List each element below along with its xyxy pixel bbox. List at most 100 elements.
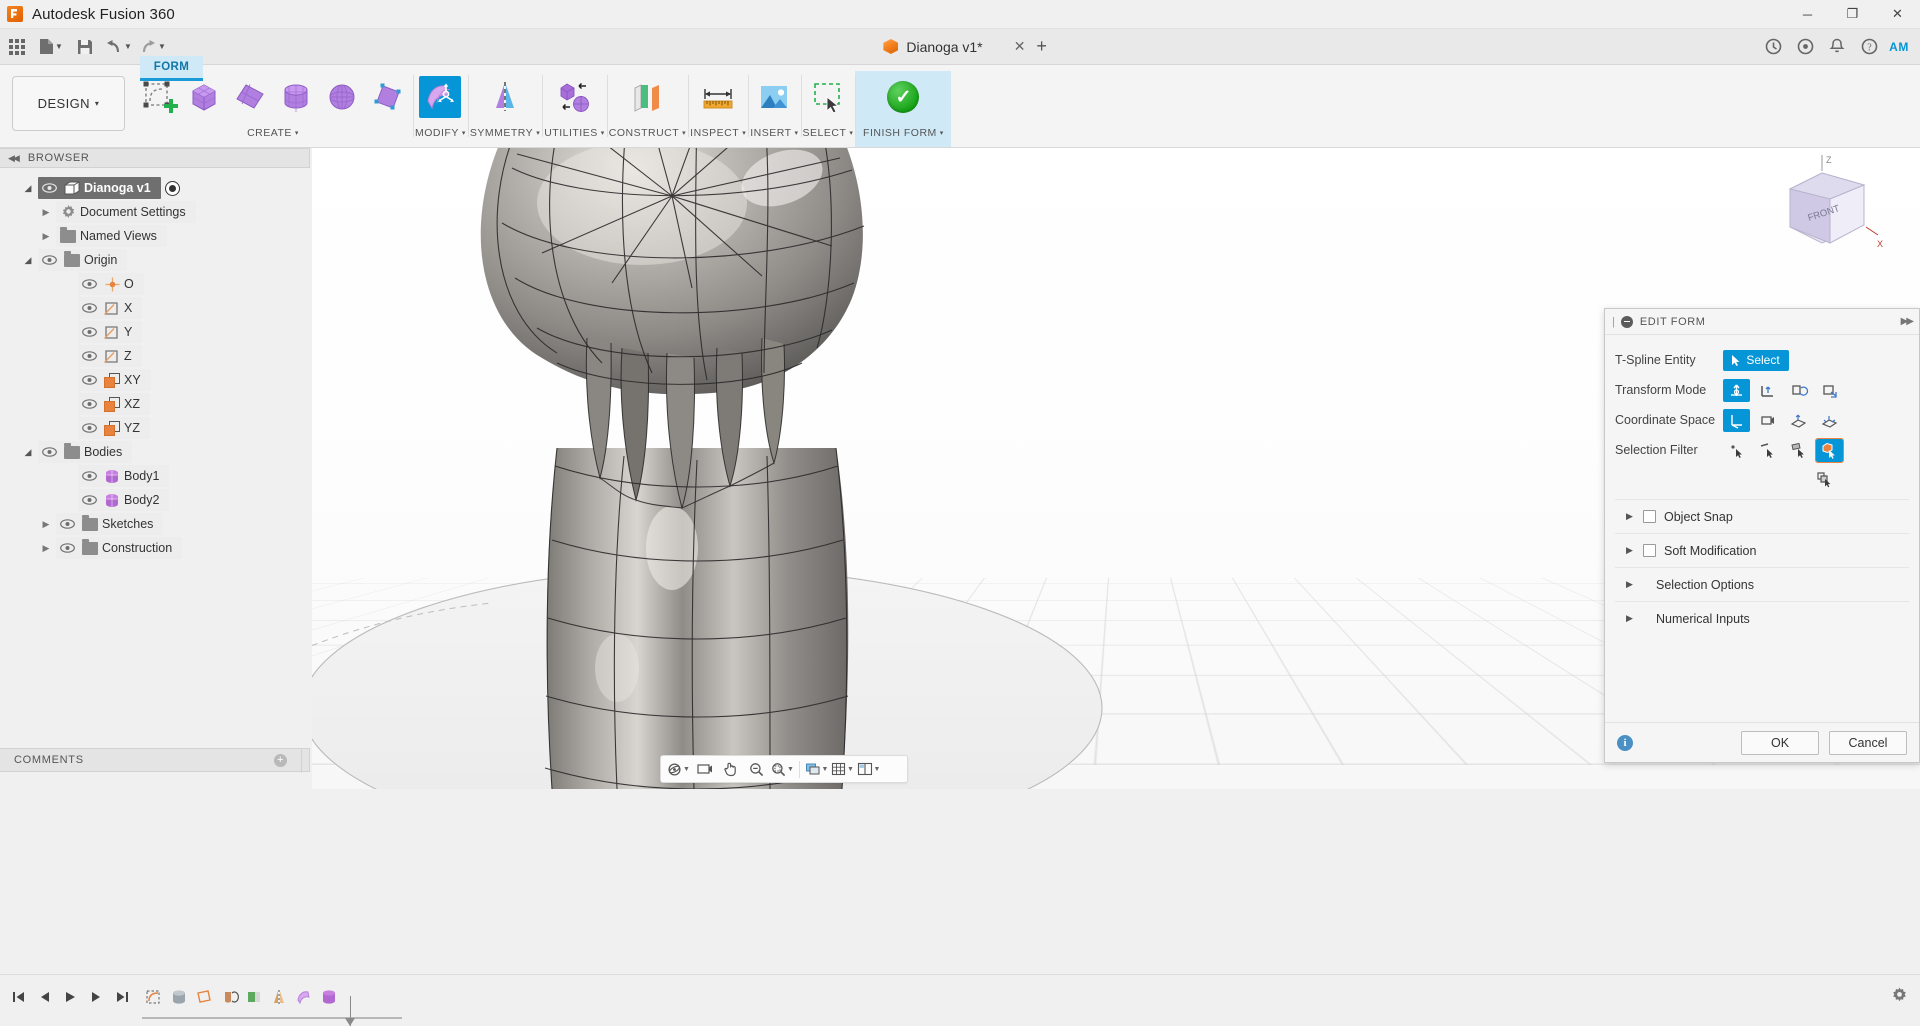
expand-arrow-icon[interactable]: ◢ — [18, 447, 38, 458]
timeline-feature-body1[interactable] — [167, 984, 191, 1010]
minus-circle-icon[interactable] — [1621, 316, 1633, 328]
filter-vertex-icon[interactable] — [1723, 439, 1750, 462]
extensions-icon[interactable] — [1790, 33, 1820, 61]
visibility-eye-icon[interactable] — [38, 447, 60, 457]
transform-scale-icon[interactable] — [1816, 379, 1843, 402]
save-button[interactable] — [70, 33, 100, 61]
expand-arrow-icon[interactable]: ▶ — [36, 207, 56, 218]
select-window-button[interactable] — [805, 71, 851, 123]
notifications-bell-icon[interactable] — [1822, 33, 1852, 61]
ok-button[interactable]: OK — [1741, 731, 1819, 755]
tree-item-body2[interactable]: Body2 — [0, 488, 312, 512]
user-avatar[interactable]: AM — [1886, 35, 1912, 59]
tree-item-body1[interactable]: Body1 — [0, 464, 312, 488]
tree-item-axis-z[interactable]: Z — [0, 344, 312, 368]
panel-insert-label[interactable]: INSERT ▾ — [750, 124, 798, 142]
timeline-feature-appearance[interactable] — [242, 984, 266, 1010]
visibility-eye-icon[interactable] — [78, 327, 100, 337]
object-snap-checkbox[interactable] — [1643, 510, 1656, 523]
insert-image-button[interactable] — [751, 71, 797, 123]
view-cube[interactable]: FRONT Z X — [1760, 155, 1890, 265]
display-settings-button[interactable]: ▼ — [804, 757, 829, 781]
collapse-left-icon[interactable]: ◀◀ — [8, 153, 18, 164]
panel-select-label[interactable]: SELECT ▾ — [803, 124, 854, 142]
tree-item-axis-x[interactable]: X — [0, 296, 312, 320]
zoom-button[interactable] — [744, 757, 769, 781]
expand-right-icon[interactable]: ▶▶ — [1901, 316, 1912, 327]
tree-item-plane-xz[interactable]: XZ — [0, 392, 312, 416]
soft-modification-checkbox[interactable] — [1643, 544, 1656, 557]
new-document-button[interactable]: ▼ — [36, 33, 66, 61]
app-grid-button[interactable] — [2, 33, 32, 61]
help-icon[interactable]: ? — [1854, 33, 1884, 61]
expand-arrow-icon[interactable]: ▶ — [36, 519, 56, 530]
tree-item-plane-yz[interactable]: YZ — [0, 416, 312, 440]
cancel-button[interactable]: Cancel — [1829, 731, 1907, 755]
document-tab-dianoga[interactable]: Dianoga v1* — [873, 29, 992, 65]
orbit-button[interactable]: ▼ — [666, 757, 691, 781]
job-status-icon[interactable] — [1758, 33, 1788, 61]
convert-button[interactable] — [551, 71, 597, 123]
visibility-eye-icon[interactable] — [56, 519, 78, 529]
timeline-feature-plane[interactable] — [192, 984, 216, 1010]
add-comment-button[interactable]: + — [274, 754, 287, 767]
visibility-eye-icon[interactable] — [78, 495, 100, 505]
browser-header[interactable]: ◀◀ BROWSER — [0, 148, 310, 168]
offset-plane-button[interactable] — [624, 71, 670, 123]
visibility-eye-icon[interactable] — [78, 399, 100, 409]
info-icon[interactable]: i — [1617, 735, 1633, 751]
visibility-eye-icon[interactable] — [78, 471, 100, 481]
sphere-primitive-button[interactable] — [319, 71, 365, 123]
expand-arrow-icon[interactable]: ◢ — [18, 183, 38, 194]
dialog-grip-icon[interactable]: | — [1612, 316, 1614, 328]
timeline-feature-body2[interactable] — [317, 984, 341, 1010]
panel-construct-label[interactable]: CONSTRUCT ▾ — [609, 124, 686, 142]
panel-symmetry-label[interactable]: SYMMETRY ▾ — [470, 124, 540, 142]
tree-item-dianoga[interactable]: ◢ Dianoga v1 — [0, 176, 312, 200]
expand-arrow-icon[interactable]: ▶ — [36, 543, 56, 554]
dialog-header[interactable]: | EDIT FORM ▶▶ — [1605, 309, 1919, 335]
expand-arrow-icon[interactable]: ▶ — [1626, 579, 1635, 590]
space-normal-icon[interactable] — [1785, 409, 1812, 432]
measure-button[interactable] — [695, 71, 741, 123]
minimize-button[interactable]: ─ — [1785, 0, 1830, 29]
tree-item-bodies[interactable]: ◢ Bodies — [0, 440, 312, 464]
panel-modify-label[interactable]: MODIFY ▾ — [415, 124, 466, 142]
workspace-switcher[interactable]: DESIGN ▾ — [12, 76, 125, 131]
face-primitive-button[interactable] — [365, 71, 411, 123]
tree-item-sketches[interactable]: ▶ Sketches — [0, 512, 312, 536]
create-form-button[interactable] — [135, 71, 181, 123]
mirror-internal-button[interactable] — [482, 71, 528, 123]
timeline-playhead-marker[interactable] — [345, 1018, 355, 1026]
expand-arrow-icon[interactable]: ▶ — [36, 231, 56, 242]
expand-arrow-icon[interactable]: ▶ — [1626, 545, 1635, 556]
timeline-go-start-button[interactable] — [6, 984, 30, 1010]
comments-bar[interactable]: COMMENTS + — [0, 748, 310, 772]
undo-button[interactable]: ▼ — [104, 33, 134, 61]
visibility-eye-icon[interactable] — [78, 351, 100, 361]
visibility-eye-icon[interactable] — [78, 423, 100, 433]
timeline-play-button[interactable] — [58, 984, 82, 1010]
tree-item-plane-xy[interactable]: XY — [0, 368, 312, 392]
panel-create-label[interactable]: CREATE ▾ — [135, 124, 411, 142]
visibility-eye-icon[interactable] — [38, 255, 60, 265]
tree-item-construction[interactable]: ▶ Construction — [0, 536, 312, 560]
filter-edge-icon[interactable] — [1754, 439, 1781, 462]
new-tab-button[interactable]: + — [1029, 36, 1055, 57]
soft-modification-section[interactable]: ▶ Soft Modification — [1615, 533, 1909, 567]
filter-body-icon[interactable] — [1816, 439, 1843, 462]
transform-translate-icon[interactable] — [1754, 379, 1781, 402]
box-primitive-button[interactable] — [181, 71, 227, 123]
finish-form-button[interactable]: ✓ — [857, 71, 949, 123]
expand-arrow-icon[interactable]: ◢ — [18, 255, 38, 266]
visibility-eye-icon[interactable] — [78, 375, 100, 385]
panel-finish-form-label[interactable]: FINISH FORM ▾ — [857, 124, 949, 142]
zoom-window-button[interactable]: ▼ — [770, 757, 795, 781]
expand-arrow-icon[interactable]: ▶ — [1626, 511, 1635, 522]
tree-item-axis-y[interactable]: Y — [0, 320, 312, 344]
comments-resize-handle[interactable] — [301, 749, 309, 773]
plane-primitive-button[interactable] — [227, 71, 273, 123]
panel-inspect-label[interactable]: INSPECT ▾ — [690, 124, 746, 142]
visibility-eye-icon[interactable] — [38, 183, 60, 193]
panel-utilities-label[interactable]: UTILITIES ▾ — [544, 124, 605, 142]
